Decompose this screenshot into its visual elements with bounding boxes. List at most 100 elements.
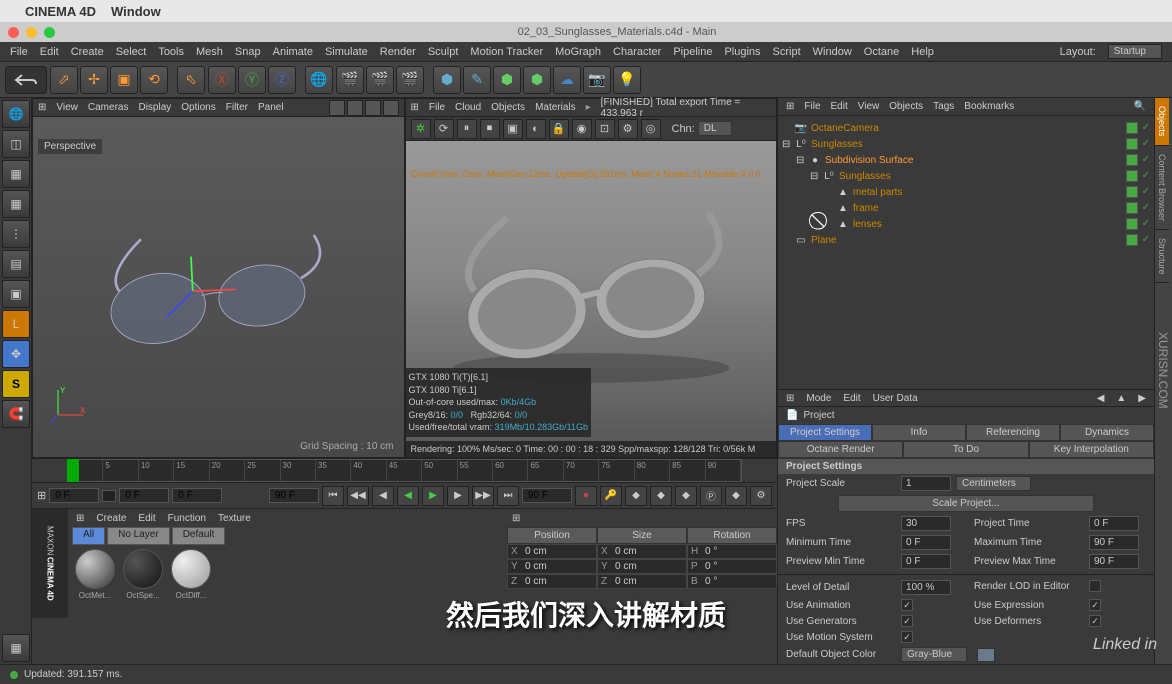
maximize-button[interactable] xyxy=(44,27,55,38)
menu-octane[interactable]: Octane xyxy=(864,46,899,58)
obj-menu-tags[interactable]: Tags xyxy=(933,101,954,112)
max-time-field[interactable] xyxy=(1089,535,1139,550)
vp-menu-options[interactable]: Options xyxy=(181,102,215,113)
fps-field[interactable] xyxy=(901,516,951,531)
default-color-select[interactable]: Gray-Blue xyxy=(901,647,967,662)
octane-region-icon[interactable]: ▣ xyxy=(503,119,523,139)
tab-todo[interactable]: To Do xyxy=(903,441,1028,458)
tree-item-label[interactable]: Sunglasses xyxy=(839,171,891,182)
chn-select[interactable]: DL xyxy=(698,121,732,136)
add-generator[interactable]: ⬢ xyxy=(493,66,521,94)
vp-zoom-icon[interactable] xyxy=(347,100,363,116)
vp-menu-filter[interactable]: Filter xyxy=(226,102,248,113)
tree-item-label[interactable]: Sunglasses xyxy=(811,139,863,150)
oct-menu-cloud[interactable]: Cloud xyxy=(455,102,481,113)
close-button[interactable] xyxy=(8,27,19,38)
obj-menu-view[interactable]: View xyxy=(858,101,880,112)
menu-plugins[interactable]: Plugins xyxy=(724,46,760,58)
attr-nav-fwd[interactable]: ▶ xyxy=(1138,393,1146,404)
tree-item-label[interactable]: OctaneCamera xyxy=(811,123,879,134)
render-settings[interactable]: 🎬 xyxy=(396,66,424,94)
play-backward-button[interactable]: ◀ xyxy=(397,486,419,506)
texture-mode[interactable]: ▦ xyxy=(2,160,30,188)
attr-nav-back[interactable]: ◀ xyxy=(1097,393,1105,404)
octane-start-icon[interactable]: ✲ xyxy=(411,119,431,139)
menu-file[interactable]: File xyxy=(10,46,28,58)
menu-select[interactable]: Select xyxy=(116,46,147,58)
rotate-tool[interactable]: ⟲ xyxy=(140,66,168,94)
octane-picker-icon[interactable]: ⊡ xyxy=(595,119,615,139)
tweak-mode[interactable]: ✥ xyxy=(2,340,30,368)
layout-select[interactable]: Startup xyxy=(1108,44,1162,59)
attr-nav-up[interactable]: ▲ xyxy=(1116,393,1126,404)
oct-toggle-icon[interactable]: ⊞ xyxy=(411,102,419,113)
size-z-field[interactable]: 0 cm xyxy=(615,576,637,587)
pb-toggle-icon[interactable]: ⊞ xyxy=(37,489,46,502)
menu-create[interactable]: Create xyxy=(71,46,104,58)
preview-end-field[interactable] xyxy=(269,488,319,503)
visibility-tag[interactable] xyxy=(1126,218,1138,230)
menu-mesh[interactable]: Mesh xyxy=(196,46,223,58)
render-view[interactable]: 🎬 xyxy=(336,66,364,94)
record-button[interactable]: ● xyxy=(575,486,597,506)
visibility-tag[interactable] xyxy=(1126,234,1138,246)
move-tool[interactable]: ✢ xyxy=(80,66,108,94)
attr-menu-mode[interactable]: Mode xyxy=(806,393,831,404)
perspective-viewport[interactable]: ⊞ View Cameras Display Options Filter Pa… xyxy=(32,98,405,458)
prev-key-button[interactable]: ◀◀ xyxy=(347,486,369,506)
workplane-mode[interactable]: ▦ xyxy=(2,190,30,218)
tab-info[interactable]: Info xyxy=(872,424,966,441)
tab-octane-render[interactable]: Octane Render xyxy=(778,441,903,458)
lod-field[interactable] xyxy=(901,580,951,595)
mat-menu-texture[interactable]: Texture xyxy=(218,513,251,524)
vtab-content-browser[interactable]: Content Browser xyxy=(1155,146,1169,230)
obj-menu-bookmarks[interactable]: Bookmarks xyxy=(964,101,1014,112)
octane-viewport[interactable]: ⊞ File Cloud Objects Materials ▸ [FINISH… xyxy=(405,98,778,458)
scale-project-button[interactable]: Scale Project... xyxy=(838,495,1094,512)
menu-snap[interactable]: Snap xyxy=(235,46,261,58)
vp-menu-cameras[interactable]: Cameras xyxy=(88,102,129,113)
preview-start-field[interactable] xyxy=(172,488,222,503)
vp-menu-display[interactable]: Display xyxy=(138,102,171,113)
obj-menu-edit[interactable]: Edit xyxy=(831,101,848,112)
vp-pan-icon[interactable] xyxy=(329,100,345,116)
menu-render[interactable]: Render xyxy=(380,46,416,58)
oct-menu-file[interactable]: File xyxy=(429,102,445,113)
play-forward-button[interactable]: ▶ xyxy=(422,486,444,506)
tree-item[interactable]: ▭ Plane ✓ xyxy=(782,232,1150,248)
vtab-structure[interactable]: Structure xyxy=(1155,230,1169,284)
autokey-button[interactable]: 🔑 xyxy=(600,486,622,506)
add-primitive[interactable]: ⬢ xyxy=(433,66,461,94)
octane-refresh-icon[interactable]: ⟳ xyxy=(434,119,454,139)
visibility-tag[interactable] xyxy=(1126,122,1138,134)
obj-toggle-icon[interactable]: ⊞ xyxy=(786,101,794,112)
enable-tag[interactable]: ✓ xyxy=(1142,202,1150,214)
material-swatch[interactable]: OctDiff... xyxy=(168,549,214,600)
search-icon[interactable]: 🔍 xyxy=(1134,101,1146,112)
menu-animate[interactable]: Animate xyxy=(273,46,313,58)
use-deformers-checkbox[interactable] xyxy=(1089,615,1101,627)
octane-lock-icon[interactable]: 🔒 xyxy=(549,119,569,139)
mat-menu-create[interactable]: Create xyxy=(96,513,126,524)
use-generators-checkbox[interactable] xyxy=(901,615,913,627)
prev-frame-button[interactable]: ◀ xyxy=(372,486,394,506)
key-pla-button[interactable]: ◆ xyxy=(725,486,747,506)
menu-motiontracker[interactable]: Motion Tracker xyxy=(470,46,543,58)
add-environment[interactable]: ☁ xyxy=(553,66,581,94)
obj-menu-file[interactable]: File xyxy=(804,101,820,112)
key-param-button[interactable]: Ⓟ xyxy=(700,486,722,506)
visibility-tag[interactable] xyxy=(1126,202,1138,214)
workplane[interactable]: ▦ xyxy=(2,634,30,662)
render-lod-checkbox[interactable] xyxy=(1089,580,1101,592)
key-rot-button[interactable]: ◆ xyxy=(675,486,697,506)
oct-menu-objects[interactable]: Objects xyxy=(491,102,525,113)
enable-tag[interactable]: ✓ xyxy=(1142,154,1150,166)
visibility-tag[interactable] xyxy=(1126,138,1138,150)
tree-item[interactable]: ▲ frame ✓ xyxy=(782,200,1150,216)
key-pos-button[interactable]: ◆ xyxy=(625,486,647,506)
vp-menu-panel[interactable]: Panel xyxy=(258,102,284,113)
menu-mograph[interactable]: MoGraph xyxy=(555,46,601,58)
menu-sculpt[interactable]: Sculpt xyxy=(428,46,459,58)
y-axis-lock[interactable]: Ⓨ xyxy=(238,66,266,94)
vp-maximize-icon[interactable] xyxy=(383,100,399,116)
